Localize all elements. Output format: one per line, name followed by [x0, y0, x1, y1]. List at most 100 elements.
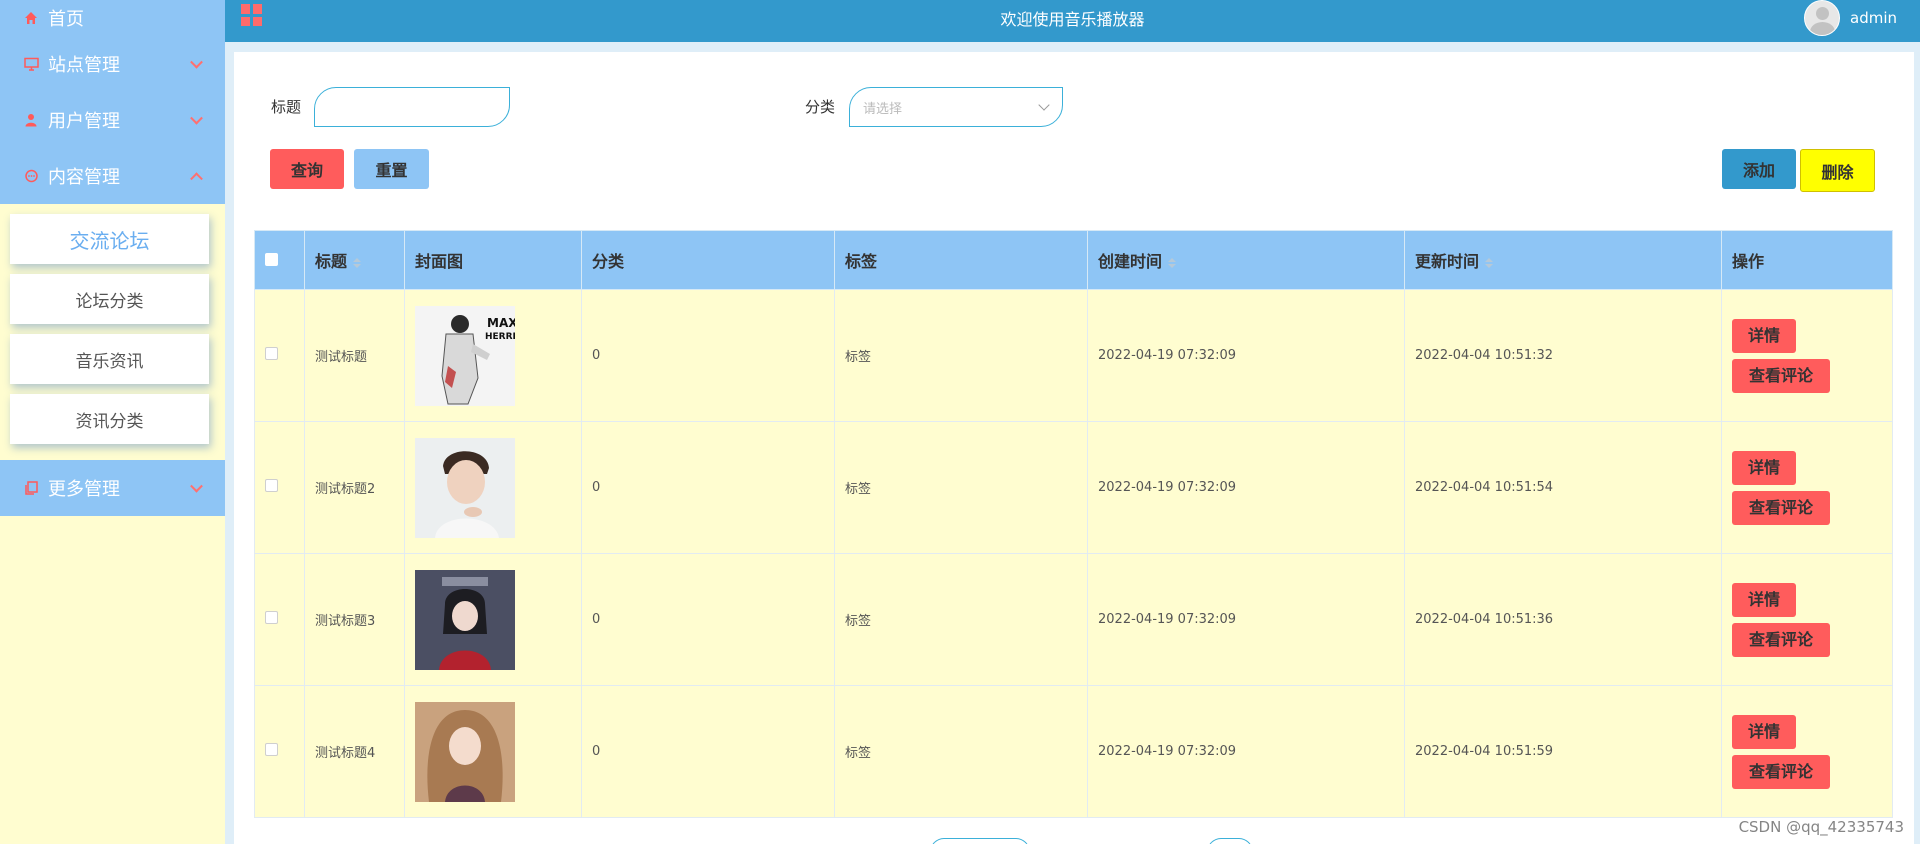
submenu-item-forum-category[interactable]: 论坛分类 [10, 274, 209, 324]
page-title: 欢迎使用音乐播放器 [1000, 10, 1145, 29]
row-select-cell [254, 289, 305, 422]
cell-category: 0 [581, 421, 835, 554]
table-row: 测试标题 MAX HERRE 0 标签 2022-04-19 07:32:09 [254, 289, 1893, 422]
select-all-checkbox[interactable] [265, 252, 278, 266]
header-title-label: 标题 [315, 252, 348, 271]
cell-actions: 详情 查看评论 [1721, 421, 1893, 554]
main-panel: 标题 分类 请选择 查询 重置 添加 删除 标题 封面图 分类 标签 创建时间 … [234, 52, 1914, 844]
submenu-item-music-news[interactable]: 音乐资讯 [10, 334, 209, 384]
cover-image [415, 701, 515, 802]
detail-button[interactable]: 详情 [1732, 714, 1796, 749]
category-select-placeholder: 请选择 [863, 101, 903, 117]
cell-title: 测试标题3 [304, 553, 405, 686]
sidebar-item-more[interactable]: 更多管理 [0, 460, 225, 516]
row-select-cell [254, 553, 305, 686]
delete-button[interactable]: 删除 [1800, 149, 1875, 192]
header-title[interactable]: 标题 [304, 230, 405, 290]
title-search-input[interactable] [314, 87, 510, 127]
chevron-down-icon [190, 479, 203, 493]
cell-actions: 详情 查看评论 [1721, 289, 1893, 422]
header-select-all [254, 230, 305, 290]
header-category: 分类 [581, 230, 835, 290]
avatar [1804, 0, 1840, 36]
sort-icon[interactable] [1485, 257, 1494, 268]
cell-title: 测试标题4 [304, 685, 405, 818]
sidebar-item-content[interactable]: 内容管理 [0, 148, 225, 204]
username: admin [1850, 9, 1897, 27]
cell-category: 0 [581, 289, 835, 422]
cell-tag: 标签 [834, 289, 1088, 422]
header-tag: 标签 [834, 230, 1088, 290]
sidebar-item-home[interactable]: 首页 [0, 0, 225, 36]
submenu-item-news-category[interactable]: 资讯分类 [10, 394, 209, 444]
view-comments-button[interactable]: 查看评论 [1732, 754, 1830, 789]
cover-image [415, 569, 515, 670]
sidebar-item-site[interactable]: 站点管理 [0, 36, 225, 92]
row-checkbox[interactable] [265, 743, 278, 756]
row-select-cell [254, 685, 305, 818]
sidebar-item-label: 内容管理 [48, 167, 120, 188]
cell-updated: 2022-04-04 10:51:59 [1404, 685, 1722, 818]
monitor-icon [22, 55, 40, 73]
category-select[interactable]: 请选择 [849, 87, 1063, 127]
view-comments-button[interactable]: 查看评论 [1732, 622, 1830, 657]
detail-button[interactable]: 详情 [1732, 582, 1796, 617]
cell-cover [404, 553, 582, 686]
row-select-cell [254, 421, 305, 554]
chevron-up-icon [190, 172, 203, 186]
cell-category: 0 [581, 685, 835, 818]
cell-cover [404, 421, 582, 554]
home-icon [22, 9, 40, 27]
cell-category: 0 [581, 553, 835, 686]
view-comments-button[interactable]: 查看评论 [1732, 358, 1830, 393]
copy-icon [22, 479, 40, 497]
cell-actions: 详情 查看评论 [1721, 553, 1893, 686]
sidebar: 首页 站点管理 用户管理 内容管理 交流论坛 论坛分类 音乐资讯 资讯分类 更多… [0, 0, 225, 844]
header-cover: 封面图 [404, 230, 582, 290]
cell-updated: 2022-04-04 10:51:54 [1404, 421, 1722, 554]
add-button[interactable]: 添加 [1722, 149, 1796, 189]
cell-tag: 标签 [834, 685, 1088, 818]
cell-title: 测试标题2 [304, 421, 405, 554]
svg-text:MAX: MAX [487, 316, 515, 330]
detail-button[interactable]: 详情 [1732, 318, 1796, 353]
header-created[interactable]: 创建时间 [1087, 230, 1405, 290]
sidebar-item-users[interactable]: 用户管理 [0, 92, 225, 148]
row-checkbox[interactable] [265, 347, 278, 360]
submenu-item-forum[interactable]: 交流论坛 [10, 214, 209, 264]
view-comments-button[interactable]: 查看评论 [1732, 490, 1830, 525]
cell-created: 2022-04-19 07:32:09 [1087, 553, 1405, 686]
cell-tag: 标签 [834, 553, 1088, 686]
cover-image [415, 437, 515, 538]
query-button[interactable]: 查询 [270, 149, 344, 189]
row-checkbox[interactable] [265, 611, 278, 624]
category-label: 分类 [805, 98, 836, 116]
header-updated[interactable]: 更新时间 [1404, 230, 1722, 290]
chevron-down-icon [190, 55, 203, 69]
sidebar-item-label: 站点管理 [48, 55, 120, 76]
sort-icon[interactable] [1168, 257, 1177, 268]
watermark: CSDN @qq_42335743 [1738, 818, 1904, 836]
cell-updated: 2022-04-04 10:51:32 [1404, 289, 1722, 422]
sidebar-item-label: 更多管理 [48, 479, 120, 500]
cell-updated: 2022-04-04 10:51:36 [1404, 553, 1722, 686]
row-checkbox[interactable] [265, 479, 278, 492]
table-header-row: 标题 封面图 分类 标签 创建时间 更新时间 操作 [254, 230, 1893, 290]
detail-button[interactable]: 详情 [1732, 450, 1796, 485]
header-created-label: 创建时间 [1098, 252, 1163, 271]
svg-text:HERRE: HERRE [485, 332, 515, 342]
sort-icon[interactable] [353, 257, 362, 268]
cell-cover: MAX HERRE [404, 289, 582, 422]
user-icon [22, 111, 40, 129]
cell-created: 2022-04-19 07:32:09 [1087, 685, 1405, 818]
sidebar-item-label: 首页 [48, 9, 84, 30]
chevron-down-icon [190, 111, 203, 125]
cell-created: 2022-04-19 07:32:09 [1087, 421, 1405, 554]
reset-button[interactable]: 重置 [354, 149, 429, 189]
cell-title: 测试标题 [304, 289, 405, 422]
content-submenu: 交流论坛 论坛分类 音乐资讯 资讯分类 [0, 204, 225, 460]
cell-cover [404, 685, 582, 818]
title-label: 标题 [271, 98, 302, 116]
user-menu[interactable]: admin [1804, 0, 1897, 36]
data-table: 标题 封面图 分类 标签 创建时间 更新时间 操作 测试标题 MAX HERRE [254, 230, 1893, 818]
